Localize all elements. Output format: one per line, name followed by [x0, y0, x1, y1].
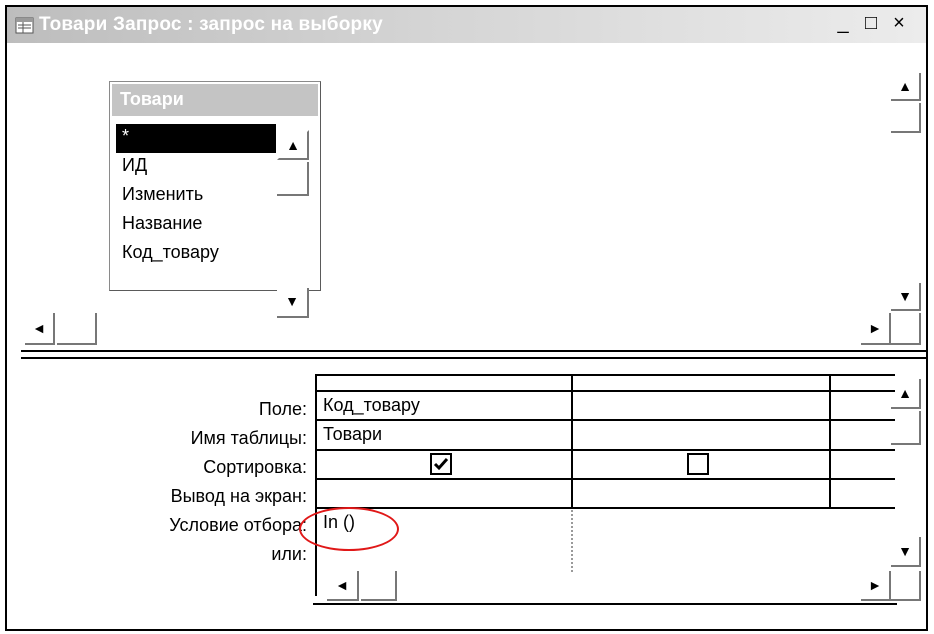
grid-column-divider — [571, 510, 573, 572]
table-name-header[interactable]: Товари — [112, 84, 318, 116]
cell-field-col1[interactable]: Код_товару — [323, 395, 420, 416]
grid-line — [317, 419, 895, 421]
grid-line — [317, 374, 895, 376]
minimize-button[interactable]: _ — [831, 13, 855, 35]
grid-scroll-left-arrow-icon[interactable]: ◄ — [327, 571, 359, 601]
grid-line — [317, 390, 895, 392]
cell-table-col1[interactable]: Товари — [323, 424, 382, 445]
grid-scroll-right-arrow-icon[interactable]: ► — [861, 571, 891, 601]
checkmark-icon — [433, 458, 449, 471]
grid-line — [317, 507, 895, 509]
maximize-button[interactable]: □ — [859, 13, 883, 35]
grid-row-labels: Поле: Имя таблицы: Сортировка: Вывод на … — [7, 395, 313, 569]
row-label-sort: Сортировка: — [203, 457, 307, 477]
grid-scroll-down-arrow-icon[interactable]: ▼ — [891, 537, 921, 567]
row-label-criteria: Условие отбора: — [169, 515, 307, 535]
grid-horizontal-scroll-thumb[interactable] — [361, 571, 397, 601]
row-label-or: или: — [271, 544, 307, 564]
field-item-product-code[interactable]: Код_товару — [116, 240, 276, 269]
grid-bottom-border — [313, 603, 897, 605]
row-label-table: Имя таблицы: — [190, 428, 307, 448]
field-item-edit[interactable]: Изменить — [116, 182, 276, 211]
grid-size-corner — [891, 571, 921, 601]
scroll-up-arrow-icon[interactable]: ▲ — [277, 130, 309, 160]
upper-vertical-scroll-thumb[interactable] — [891, 103, 921, 133]
field-item-name[interactable]: Название — [116, 211, 276, 240]
grid-line — [317, 449, 895, 451]
window-title: Товари Запрос : запрос на выборку — [39, 14, 383, 35]
grid-column-divider[interactable] — [829, 374, 831, 508]
upper-scroll-down-arrow-icon[interactable]: ▼ — [891, 283, 921, 311]
close-button[interactable]: × — [887, 13, 911, 35]
show-checkbox-col2[interactable] — [687, 453, 709, 475]
grid-line — [317, 478, 895, 480]
field-list-scroll-thumb[interactable] — [277, 162, 309, 196]
title-bar[interactable]: Товари Запрос : запрос на выборку _ □ × — [7, 7, 926, 43]
row-label-show: Вывод на экран: — [170, 486, 307, 506]
upper-size-corner — [891, 313, 921, 345]
field-item-all[interactable]: * — [116, 124, 276, 153]
scroll-down-arrow-icon[interactable]: ▼ — [277, 288, 309, 318]
query-design-grid[interactable]: Код_товару Товари In () — [315, 374, 895, 596]
table-design-pane: Товари * ИД Изменить Название Код_товару… — [7, 43, 926, 349]
upper-scroll-left-arrow-icon[interactable]: ◄ — [25, 313, 55, 345]
show-checkbox-col1[interactable] — [430, 453, 452, 475]
red-highlight-ellipse — [299, 507, 399, 551]
pane-splitter[interactable] — [21, 350, 926, 359]
upper-horizontal-scroll-thumb[interactable] — [57, 313, 97, 345]
field-list[interactable]: * ИД Изменить Название Код_товару — [116, 124, 276, 269]
upper-scroll-up-arrow-icon[interactable]: ▲ — [891, 73, 921, 101]
grid-scroll-up-arrow-icon[interactable]: ▲ — [891, 379, 921, 409]
row-label-field: Поле: — [258, 399, 307, 419]
grid-column-divider[interactable] — [571, 374, 573, 508]
query-window-icon — [15, 17, 34, 34]
query-window: Товари Запрос : запрос на выборку _ □ × … — [5, 5, 928, 631]
field-item-id[interactable]: ИД — [116, 153, 276, 182]
upper-scroll-right-arrow-icon[interactable]: ► — [861, 313, 891, 345]
table-field-list[interactable]: Товари * ИД Изменить Название Код_товару… — [109, 81, 321, 318]
grid-vertical-scroll-thumb[interactable] — [891, 411, 921, 445]
